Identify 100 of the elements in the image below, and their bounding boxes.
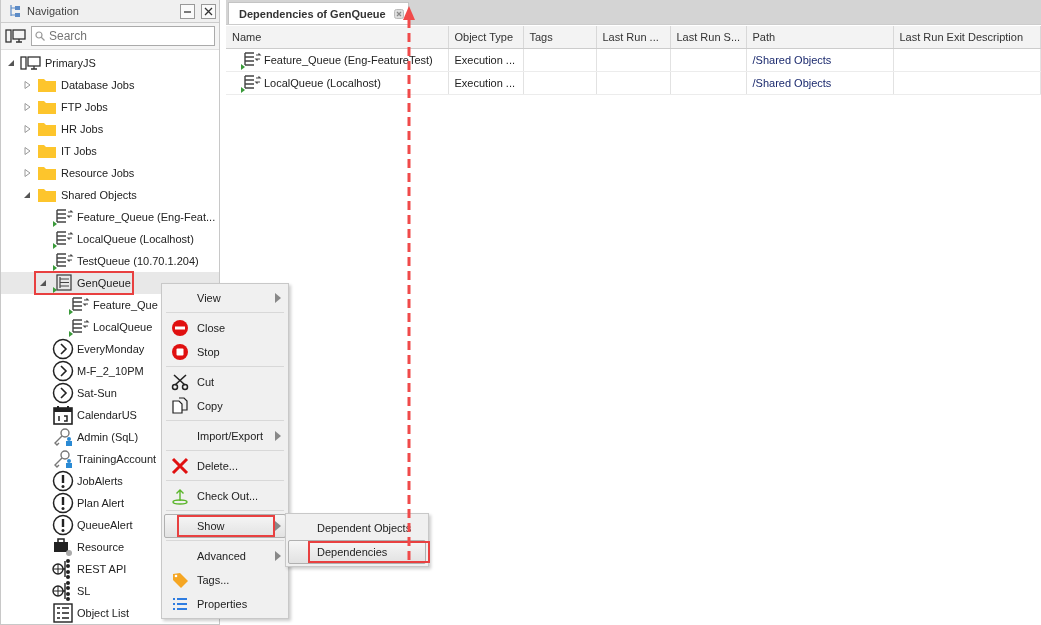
no-entry-icon [171,319,189,337]
collapsed-icon [23,103,31,111]
alert-icon [52,492,74,514]
table-cell: Execution ... [448,71,523,95]
menu-item[interactable]: Cut [164,370,286,394]
server-icon [20,55,42,71]
tree-label: PrimaryJS [45,57,96,69]
tag-icon [171,571,189,589]
queue-icon [240,73,262,93]
clock-circle-icon [52,338,74,360]
tree-item[interactable]: TestQueue (10.70.1.204) [1,250,219,272]
menu-item[interactable]: Properties [164,592,286,616]
close-icon [204,6,213,16]
queue-icon [240,50,262,70]
alert-icon [52,470,74,492]
search-field[interactable]: Search [31,26,215,47]
briefcase-icon [52,537,74,557]
tree-label: REST API [77,563,127,575]
column-header[interactable]: Last Run ... [596,26,670,49]
tree-label: EveryMonday [77,343,145,355]
tree-label: LocalQueue (Localhost) [77,233,194,245]
menu-item[interactable]: Copy [164,394,286,418]
tab[interactable]: Dependencies of GenQueue [228,2,409,24]
tree-item[interactable]: Resource Jobs [1,162,219,184]
folder-icon [37,165,57,181]
collapsed-icon [23,81,31,89]
queue-group-icon [52,273,74,293]
column-header[interactable]: Object Type [448,26,523,49]
column-header[interactable]: Last Run S... [670,26,746,49]
column-header[interactable]: Tags [523,26,596,49]
tree-item[interactable]: FTP Jobs [1,96,219,118]
server-toolbar-icon[interactable] [5,28,27,45]
clock-circle-icon [52,382,74,404]
column-header[interactable]: Name [226,26,448,49]
tree-item[interactable]: Feature_Queue (Eng-Feat... [1,206,219,228]
column-header[interactable]: Path [746,26,893,49]
key-user-icon [52,449,74,469]
tree-item[interactable]: HR Jobs [1,118,219,140]
tree-label: HR Jobs [61,123,104,135]
menu-item[interactable]: Import/Export [164,424,286,448]
table-cell: /Shared Objects [746,48,893,72]
tree-label: Resource Jobs [61,167,135,179]
tree-label: Admin (SqL) [77,431,139,443]
alert-icon [52,514,74,536]
properties-icon [171,595,189,613]
folder-icon [37,121,57,137]
menu-item[interactable]: Tags... [164,568,286,592]
queue-icon [52,229,74,249]
delete-icon [171,457,189,475]
queue-icon [52,207,74,227]
tab-close-icon [393,8,404,19]
queue-icon [68,317,90,337]
folder-icon [37,143,57,159]
expanded-icon [7,59,15,67]
tree-item[interactable]: IT Jobs [1,140,219,162]
tree-item[interactable]: Shared Objects [1,184,219,206]
table-cell: LocalQueue (Localhost) [264,77,381,89]
copy-icon [171,397,189,415]
tree-label: Shared Objects [61,189,137,201]
tree-item[interactable]: LocalQueue (Localhost) [1,228,219,250]
tree-label: M-F_2_10PM [77,365,144,377]
tree-label: TestQueue (10.70.1.204) [77,255,199,267]
tree-item[interactable]: Database Jobs [1,74,219,96]
calendar-icon [52,404,74,426]
tree-label: Resource [77,541,125,553]
folder-icon [37,187,57,203]
stop-icon [171,343,189,361]
table-cell: /Shared Objects [746,71,893,95]
tree-label: SL [77,585,91,597]
tree-label: FTP Jobs [61,101,108,113]
collapsed-icon [23,125,31,133]
tree-label: Plan Alert [77,497,125,509]
menu-item[interactable]: Show [164,514,286,538]
tree-label: LocalQueue [93,321,153,333]
scissors-icon [171,373,189,391]
column-header[interactable]: Last Run Exit Description [893,26,1041,49]
tree-label: Database Jobs [61,79,135,91]
tree-icon [9,4,21,19]
tree-label: Feature_Queue (Eng-Feat... [77,211,216,223]
menu-item[interactable]: Advanced [164,544,286,568]
queue-icon [52,251,74,271]
close-button[interactable] [201,3,216,19]
collapsed-icon [23,169,31,177]
table-cell: Feature_Queue (Eng-FeatureTest) [264,54,433,66]
menu-item[interactable]: Close [164,316,286,340]
tree-item[interactable]: PrimaryJS [1,52,219,74]
expanded-icon [39,279,47,287]
search-icon [35,31,45,42]
tree-label: GenQueue [77,277,131,289]
key-user-icon [52,427,74,447]
minimize-button[interactable] [180,3,195,19]
tree-label: IT Jobs [61,145,97,157]
tree-label: Object List [77,607,129,619]
checkout-icon [171,487,189,505]
expanded-icon [23,191,31,199]
tree-label: QueueAlert [77,519,133,531]
menu-item[interactable]: Stop [164,340,286,364]
tree-label: CalendarUS [77,409,137,421]
queue-icon [68,295,90,315]
table-cell: Execution ... [448,48,523,72]
